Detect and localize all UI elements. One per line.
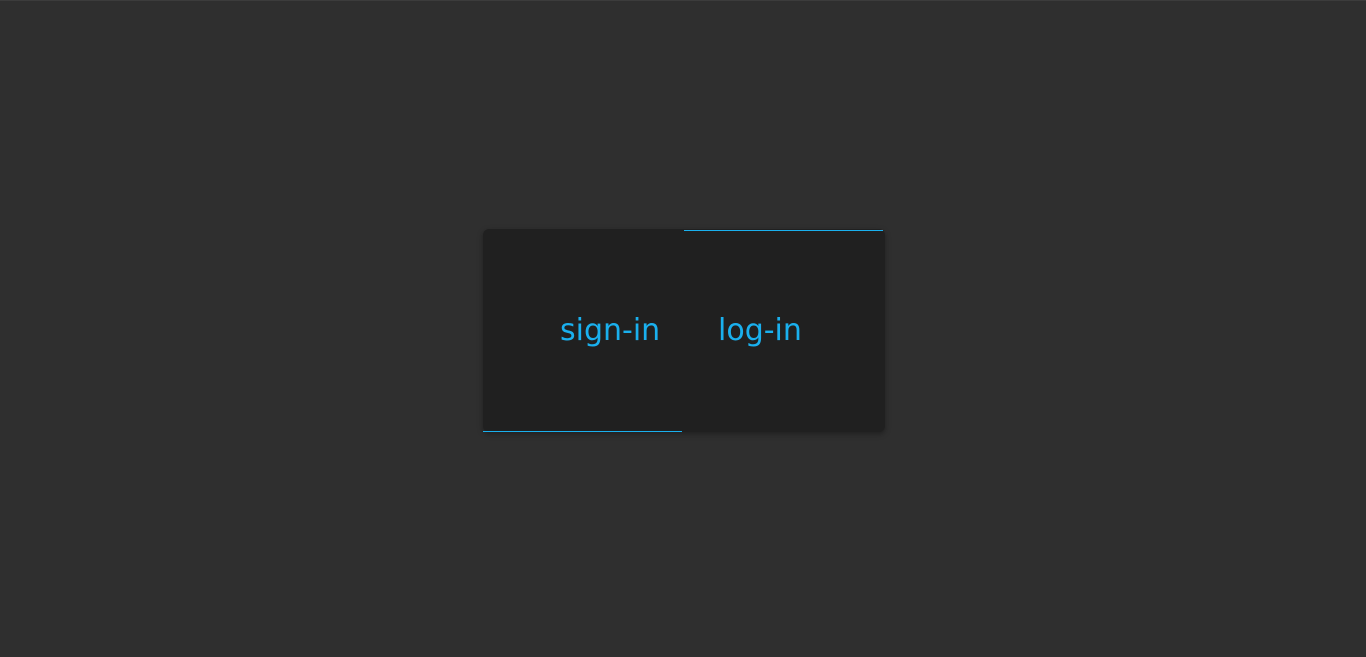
- login-accent-line: [684, 230, 883, 231]
- log-in-button[interactable]: log-in: [718, 313, 802, 349]
- auth-switch-card: sign-in log-in: [483, 229, 885, 432]
- signin-accent-line: [483, 431, 682, 432]
- page: sign-in log-in: [0, 0, 1366, 657]
- sign-in-button[interactable]: sign-in: [560, 313, 660, 349]
